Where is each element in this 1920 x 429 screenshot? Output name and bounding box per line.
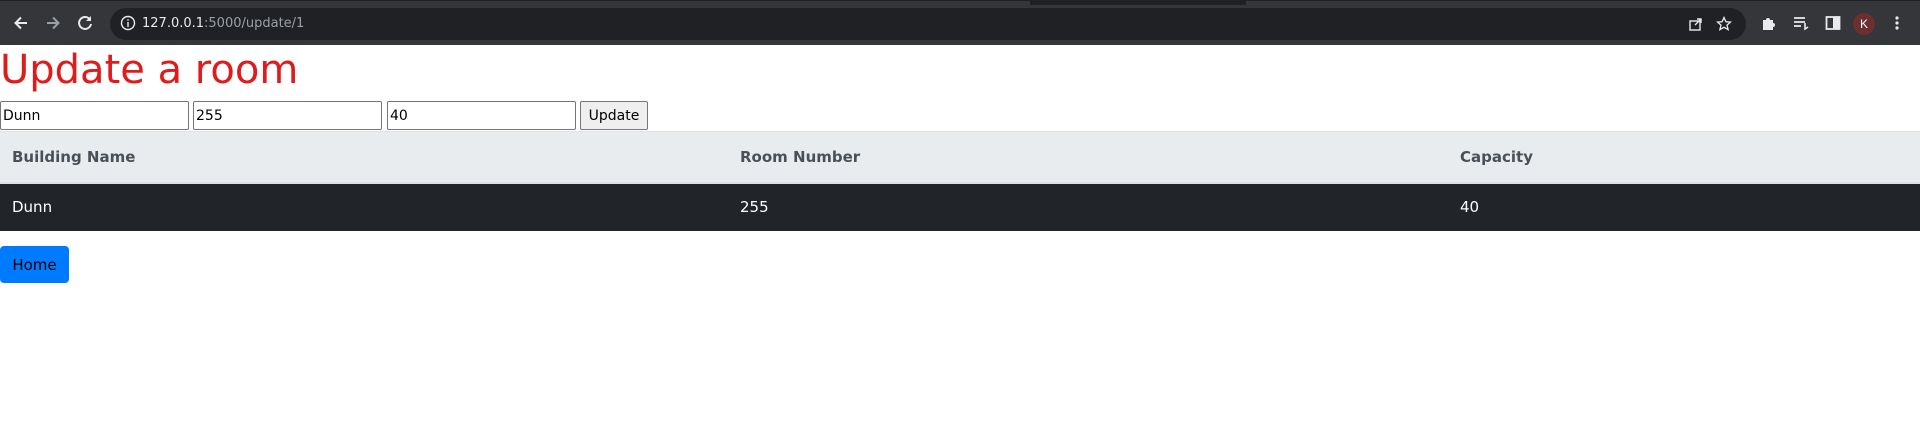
cell-building-name: Dunn xyxy=(0,182,728,231)
arrow-left-icon xyxy=(14,16,27,30)
extensions-button[interactable] xyxy=(1756,10,1782,36)
info-icon[interactable] xyxy=(120,15,136,31)
reading-list-button[interactable] xyxy=(1788,10,1814,36)
capacity-input[interactable] xyxy=(387,101,576,130)
url-host: 127.0.0.1 xyxy=(142,16,205,31)
update-button[interactable]: Update xyxy=(580,101,648,130)
header-capacity: Capacity xyxy=(1448,131,1920,184)
cell-room-number: 255 xyxy=(728,182,1448,231)
back-button[interactable] xyxy=(8,10,34,36)
table-header-row: Building Name Room Number Capacity xyxy=(0,131,1920,184)
cell-capacity: 40 xyxy=(1448,182,1920,231)
reading-list-icon xyxy=(1794,17,1809,31)
side-panel-button[interactable] xyxy=(1820,10,1846,36)
kebab-menu-icon xyxy=(1895,16,1899,30)
menu-button[interactable] xyxy=(1884,10,1910,36)
profile-avatar[interactable]: K xyxy=(1853,13,1875,35)
puzzle-icon xyxy=(1763,18,1775,30)
star-icon[interactable] xyxy=(1716,16,1732,32)
building-name-input[interactable] xyxy=(0,101,189,130)
side-panel-icon xyxy=(1825,16,1841,30)
header-building-name: Building Name xyxy=(0,131,728,184)
room-number-input[interactable] xyxy=(193,101,382,130)
table-row: Dunn 255 40 xyxy=(0,182,1920,231)
home-button[interactable]: Home xyxy=(0,246,69,283)
forward-button[interactable] xyxy=(40,10,66,36)
tab-edge xyxy=(1030,1,1246,5)
arrow-right-icon xyxy=(47,16,60,30)
address-bar[interactable]: 127.0.0.1:5000/update/1 xyxy=(110,8,1746,40)
rooms-table: Building Name Room Number Capacity Dunn … xyxy=(0,131,1920,231)
share-icon[interactable] xyxy=(1688,16,1704,32)
reload-button[interactable] xyxy=(72,10,98,36)
browser-toolbar: 127.0.0.1:5000/update/1 K xyxy=(0,0,1920,45)
reload-icon xyxy=(78,15,92,30)
page-title: Update a room xyxy=(0,47,299,93)
url-path: :5000/update/1 xyxy=(204,16,305,31)
url-text[interactable]: 127.0.0.1:5000/update/1 xyxy=(142,16,304,31)
header-room-number: Room Number xyxy=(728,131,1448,184)
